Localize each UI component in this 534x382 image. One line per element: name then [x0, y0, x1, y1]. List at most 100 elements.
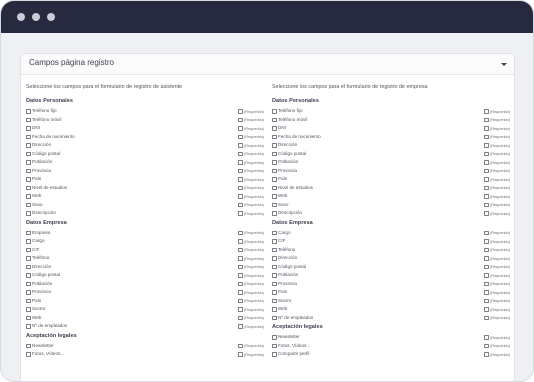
- required-checkbox[interactable]: [238, 256, 243, 261]
- field-checkbox[interactable]: [272, 126, 277, 131]
- required-checkbox[interactable]: [238, 160, 243, 165]
- required-checkbox[interactable]: [484, 211, 489, 216]
- required-checkbox[interactable]: [484, 151, 489, 156]
- field-checkbox[interactable]: [26, 143, 31, 148]
- field-checkbox[interactable]: [26, 109, 31, 114]
- required-checkbox[interactable]: [484, 315, 489, 320]
- required-checkbox[interactable]: [484, 194, 489, 199]
- field-checkbox[interactable]: [272, 335, 277, 340]
- field-checkbox[interactable]: [272, 134, 277, 139]
- required-checkbox[interactable]: [238, 343, 243, 348]
- field-checkbox[interactable]: [272, 298, 277, 303]
- required-checkbox[interactable]: [238, 352, 243, 357]
- required-checkbox[interactable]: [238, 290, 243, 295]
- required-checkbox[interactable]: [238, 194, 243, 199]
- required-checkbox[interactable]: [238, 168, 243, 173]
- required-checkbox[interactable]: [484, 352, 489, 357]
- required-checkbox[interactable]: [484, 143, 489, 148]
- field-checkbox[interactable]: [272, 109, 277, 114]
- field-checkbox[interactable]: [272, 211, 277, 216]
- required-checkbox[interactable]: [484, 239, 489, 244]
- field-checkbox[interactable]: [26, 177, 31, 182]
- required-checkbox[interactable]: [238, 185, 243, 190]
- field-checkbox[interactable]: [26, 281, 31, 286]
- field-checkbox[interactable]: [26, 352, 31, 357]
- field-checkbox[interactable]: [26, 202, 31, 207]
- required-checkbox[interactable]: [484, 264, 489, 269]
- field-checkbox[interactable]: [26, 307, 31, 312]
- required-checkbox[interactable]: [484, 185, 489, 190]
- field-checkbox[interactable]: [26, 324, 31, 329]
- required-checkbox[interactable]: [238, 117, 243, 122]
- field-checkbox[interactable]: [26, 343, 31, 348]
- required-checkbox[interactable]: [484, 202, 489, 207]
- required-checkbox[interactable]: [238, 298, 243, 303]
- field-checkbox[interactable]: [272, 352, 277, 357]
- required-checkbox[interactable]: [484, 298, 489, 303]
- field-checkbox[interactable]: [272, 264, 277, 269]
- required-checkbox[interactable]: [484, 117, 489, 122]
- required-checkbox[interactable]: [238, 315, 243, 320]
- field-checkbox[interactable]: [272, 343, 277, 348]
- required-checkbox[interactable]: [484, 168, 489, 173]
- field-checkbox[interactable]: [272, 202, 277, 207]
- field-checkbox[interactable]: [272, 151, 277, 156]
- required-checkbox[interactable]: [238, 273, 243, 278]
- panel-header[interactable]: Campos página registro: [21, 54, 514, 75]
- required-checkbox[interactable]: [238, 211, 243, 216]
- required-checkbox[interactable]: [484, 247, 489, 252]
- field-checkbox[interactable]: [272, 177, 277, 182]
- required-checkbox[interactable]: [238, 202, 243, 207]
- required-checkbox[interactable]: [238, 230, 243, 235]
- field-checkbox[interactable]: [272, 281, 277, 286]
- field-checkbox[interactable]: [26, 117, 31, 122]
- required-checkbox[interactable]: [484, 281, 489, 286]
- field-checkbox[interactable]: [272, 230, 277, 235]
- required-checkbox[interactable]: [484, 290, 489, 295]
- field-checkbox[interactable]: [26, 315, 31, 320]
- required-checkbox[interactable]: [238, 239, 243, 244]
- field-checkbox[interactable]: [26, 168, 31, 173]
- required-checkbox[interactable]: [484, 335, 489, 340]
- field-checkbox[interactable]: [272, 256, 277, 261]
- field-checkbox[interactable]: [272, 117, 277, 122]
- required-checkbox[interactable]: [484, 109, 489, 114]
- field-checkbox[interactable]: [26, 273, 31, 278]
- chevron-down-icon[interactable]: [501, 63, 507, 66]
- required-checkbox[interactable]: [238, 109, 243, 114]
- required-checkbox[interactable]: [484, 343, 489, 348]
- field-checkbox[interactable]: [272, 307, 277, 312]
- required-checkbox[interactable]: [238, 177, 243, 182]
- field-checkbox[interactable]: [272, 273, 277, 278]
- required-checkbox[interactable]: [238, 151, 243, 156]
- required-checkbox[interactable]: [484, 273, 489, 278]
- field-checkbox[interactable]: [26, 298, 31, 303]
- field-checkbox[interactable]: [26, 160, 31, 165]
- field-checkbox[interactable]: [26, 151, 31, 156]
- required-checkbox[interactable]: [238, 307, 243, 312]
- field-checkbox[interactable]: [26, 211, 31, 216]
- field-checkbox[interactable]: [26, 230, 31, 235]
- field-checkbox[interactable]: [272, 315, 277, 320]
- required-checkbox[interactable]: [238, 247, 243, 252]
- field-checkbox[interactable]: [26, 134, 31, 139]
- required-checkbox[interactable]: [238, 143, 243, 148]
- field-checkbox[interactable]: [26, 264, 31, 269]
- required-checkbox[interactable]: [484, 307, 489, 312]
- required-checkbox[interactable]: [484, 126, 489, 131]
- field-checkbox[interactable]: [272, 194, 277, 199]
- required-checkbox[interactable]: [238, 281, 243, 286]
- required-checkbox[interactable]: [238, 264, 243, 269]
- required-checkbox[interactable]: [484, 177, 489, 182]
- required-checkbox[interactable]: [484, 230, 489, 235]
- required-checkbox[interactable]: [484, 134, 489, 139]
- field-checkbox[interactable]: [272, 290, 277, 295]
- required-checkbox[interactable]: [238, 126, 243, 131]
- field-checkbox[interactable]: [272, 247, 277, 252]
- field-checkbox[interactable]: [272, 185, 277, 190]
- field-checkbox[interactable]: [272, 160, 277, 165]
- field-checkbox[interactable]: [26, 290, 31, 295]
- field-checkbox[interactable]: [26, 126, 31, 131]
- field-checkbox[interactable]: [26, 185, 31, 190]
- required-checkbox[interactable]: [238, 134, 243, 139]
